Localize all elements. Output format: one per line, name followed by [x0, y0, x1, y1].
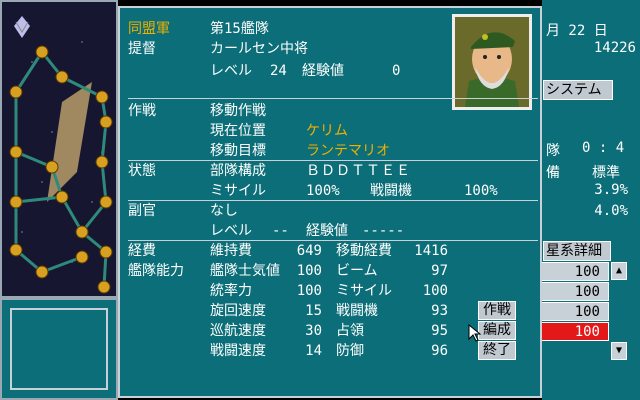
- ability-a-value: 15: [305, 303, 322, 319]
- message-panel: [0, 298, 118, 400]
- ability-b-label: 占領: [336, 323, 364, 339]
- admiral-level: 24: [270, 63, 287, 79]
- ability-b-label: 戦闘機: [336, 303, 378, 319]
- ability-a-label: 戦闘速度: [210, 343, 266, 359]
- move-cost-label: 移動経費: [336, 243, 392, 259]
- upkeep-value: 649: [296, 243, 322, 259]
- fleet-name: 第15艦隊: [210, 21, 269, 37]
- slider-value-4[interactable]: 100: [541, 322, 609, 341]
- status-label: 状態: [128, 163, 156, 179]
- move-target-label: 移動目標: [210, 143, 266, 159]
- adjutant-exp-label: 経験値: [306, 223, 348, 239]
- operation-label: 作戦: [128, 103, 156, 119]
- missile-label: ミサイル: [210, 183, 266, 199]
- money-display: 14226: [593, 40, 636, 56]
- ability-b-value: 95: [431, 323, 448, 339]
- composition: ＢＤＤＴＴＥＥ: [306, 163, 411, 179]
- upkeep-label: 維持費: [210, 243, 252, 259]
- divider: [128, 200, 538, 201]
- slider-value-2[interactable]: 100: [541, 282, 609, 301]
- scroll-up-icon[interactable]: ▲: [611, 262, 627, 280]
- fleet-count: 0 : 4: [582, 140, 625, 156]
- formation-command-button[interactable]: 編成: [478, 321, 516, 340]
- galaxy-detail-button[interactable]: 星系詳細: [543, 241, 611, 261]
- ability-b-value: 96: [431, 343, 448, 359]
- admiral-portrait: [452, 14, 532, 110]
- missile-value: 100%: [306, 183, 340, 199]
- ability-b-value: 93: [431, 303, 448, 319]
- admiral-level-label: レベル: [210, 63, 252, 79]
- composition-label: 部隊構成: [210, 163, 266, 179]
- system-button[interactable]: システム: [543, 80, 613, 100]
- ability-b-label: ビーム: [336, 263, 378, 279]
- mouse-cursor-icon: [468, 324, 482, 342]
- ability-b-label: 防御: [336, 343, 364, 359]
- ability-a-value: 30: [305, 323, 322, 339]
- fleet-label: 隊: [546, 143, 560, 159]
- ability-a-value: 14: [305, 343, 322, 359]
- end-command-button[interactable]: 終了: [478, 341, 516, 360]
- current-position: ケリム: [306, 123, 348, 139]
- adjutant-exp: -----: [362, 223, 405, 239]
- ability-b-value: 100: [422, 283, 448, 299]
- divider: [128, 240, 538, 241]
- ability-a-label: 統率力: [210, 283, 252, 299]
- fighter-value: 100%: [464, 183, 498, 199]
- ability-a-label: 旋回速度: [210, 303, 266, 319]
- star-map[interactable]: [0, 0, 118, 298]
- adjutant-label: 副官: [128, 203, 156, 219]
- ability-a-label: 巡航速度: [210, 323, 266, 339]
- operation-command-button[interactable]: 作戦: [478, 301, 516, 320]
- admiral-exp: 0: [392, 63, 401, 79]
- percent-2: 4.0%: [594, 203, 628, 219]
- ability-label: 艦隊能力: [128, 263, 184, 279]
- divider: [128, 160, 538, 161]
- cost-label: 経費: [128, 243, 156, 259]
- equip-label: 備: [546, 165, 560, 181]
- faction-label: 同盟軍: [128, 21, 170, 37]
- adjutant-level: --: [272, 223, 289, 239]
- slider-value-3[interactable]: 100: [541, 302, 609, 321]
- ability-a-label: 艦隊士気値: [210, 263, 280, 279]
- adjutant-name: なし: [210, 203, 238, 219]
- move-target: ランテマリオ: [306, 143, 390, 159]
- adjutant-level-label: レベル: [210, 223, 252, 239]
- equip-value: 標準: [592, 165, 620, 181]
- star-map-graphic: [2, 2, 116, 296]
- operation-type: 移動作戦: [210, 103, 266, 119]
- ability-a-value: 100: [296, 283, 322, 299]
- current-position-label: 現在位置: [210, 123, 266, 139]
- ability-b-label: ミサイル: [336, 283, 392, 299]
- admiral-label: 提督: [128, 41, 156, 57]
- ability-a-value: 100: [296, 263, 322, 279]
- admiral-exp-label: 経験値: [302, 63, 344, 79]
- scroll-down-icon[interactable]: ▼: [611, 342, 627, 360]
- fighter-label: 戦闘機: [370, 183, 412, 199]
- portrait-image: [455, 17, 529, 107]
- admiral-name: カールセン中将: [210, 41, 308, 57]
- ability-b-value: 97: [431, 263, 448, 279]
- date-display: 月 22 日: [546, 23, 608, 39]
- percent-1: 3.9%: [594, 182, 628, 198]
- move-cost-value: 1416: [414, 243, 448, 259]
- slider-value-1[interactable]: 100: [541, 262, 609, 281]
- divider: [128, 98, 538, 99]
